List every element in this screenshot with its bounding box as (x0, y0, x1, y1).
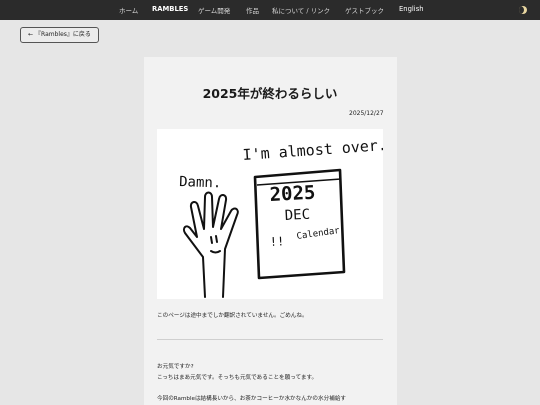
nav-home-link[interactable]: ホーム (119, 5, 138, 15)
post-date: 2025/12/27 (349, 110, 384, 117)
dark-mode-toggle-icon[interactable] (519, 6, 527, 14)
calendar-year: 2025 (269, 182, 316, 206)
illustration-text-left: Damn. (179, 174, 222, 191)
nav-menu: ホーム RAMBLES ゲーム開発 作品 私について / リンク ゲストブック … (0, 0, 540, 20)
hand-drawn-calendar-illustration: I'm almost over. Damn. 2025 DEC !! Calen… (179, 136, 387, 298)
calendar-month: DEC (284, 207, 310, 224)
nav-about-link[interactable]: 私について / リンク (272, 5, 330, 15)
nav-guestbook-link[interactable]: ゲストブック (345, 5, 384, 15)
nav-game-dev-link[interactable]: ゲーム開発 (198, 5, 230, 15)
nav-works-link[interactable]: 作品 (246, 5, 259, 15)
waving-hand-drawing (182, 191, 239, 298)
nav-language-link[interactable]: English (399, 5, 424, 13)
top-navigation-bar: ホーム RAMBLES ゲーム開発 作品 私について / リンク ゲストブック … (0, 0, 540, 20)
post-paragraph-line: こっちはまあ元気です。そっちも元気であることを願ってます。 (157, 375, 318, 381)
translation-note: このページは途中までしか翻訳されていません。ごめんね。 (157, 313, 308, 319)
nav-rambles-link[interactable]: RAMBLES (152, 5, 188, 13)
post-paragraph-line: 今回のRambleは結構長いから、お茶かコーヒーか水かなんかの水分補給す (157, 396, 347, 402)
post-title: 2025年が終わるらしい (202, 86, 338, 101)
calendar-word: Calendar (296, 226, 341, 242)
back-to-rambles-button[interactable]: ← 『Rambles』に戻る (20, 27, 99, 43)
illustration-text-top: I'm almost over. (242, 136, 383, 164)
post-illustration: I'm almost over. Damn. 2025 DEC !! Calen… (157, 129, 387, 299)
calendar-mark: !! (269, 234, 284, 249)
section-divider (157, 339, 383, 340)
post-paragraph-line: お元気ですか? (157, 364, 194, 370)
